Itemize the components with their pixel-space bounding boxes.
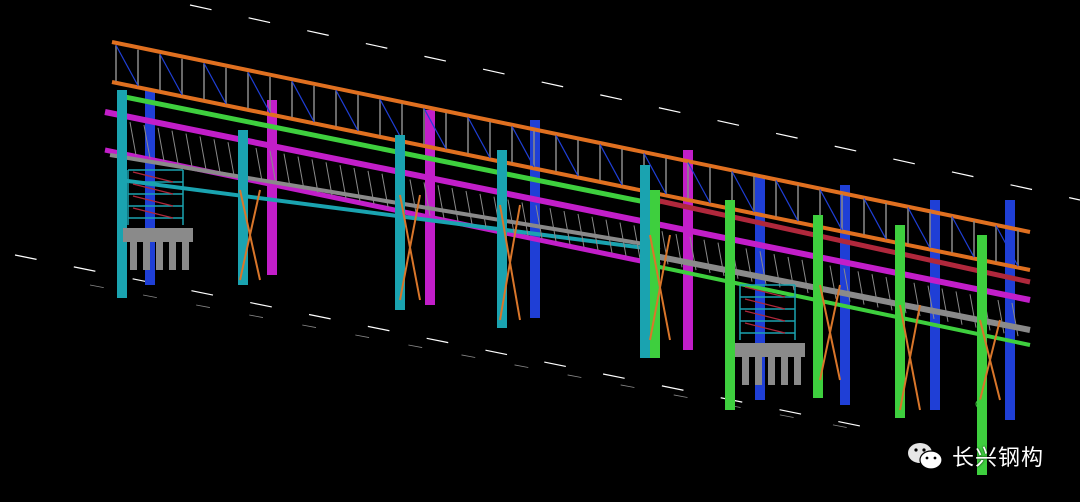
- watermark: 长兴钢构: [906, 440, 1044, 472]
- floor-joist: [157, 127, 165, 162]
- truss-diagonal: [247, 72, 271, 114]
- truss-diagonal: [599, 144, 623, 186]
- truss-diagonal: [819, 189, 843, 231]
- floor-joist: [409, 179, 417, 213]
- pedestal-pier: [130, 242, 137, 270]
- truss-diagonal: [951, 216, 975, 258]
- pedestal-pier: [781, 357, 788, 385]
- floor-joist: [437, 185, 445, 219]
- floor-joist: [507, 199, 515, 233]
- column: [977, 235, 987, 475]
- pedestal-cap: [735, 343, 805, 357]
- floor-joist: [213, 139, 221, 173]
- pedestal-pier: [794, 357, 801, 385]
- truss-diagonal: [555, 135, 579, 177]
- floor-joist: [479, 193, 487, 228]
- pedestal-pier: [169, 242, 176, 270]
- floor-joist: [283, 153, 291, 187]
- column: [640, 165, 650, 358]
- pedestal-pier: [755, 357, 762, 385]
- column: [725, 200, 735, 410]
- pedestal-pier: [768, 357, 775, 385]
- truss-diagonal: [731, 171, 755, 213]
- floor-joist: [941, 288, 949, 322]
- floor-joist: [885, 276, 893, 311]
- floor-joist: [199, 136, 207, 170]
- truss-diagonal: [159, 53, 183, 96]
- guide-line-top: [189, 4, 1080, 201]
- floor-joist: [129, 122, 137, 156]
- pedestal-pier: [156, 242, 163, 270]
- pedestal-cap: [123, 228, 193, 242]
- watermark-text: 长兴钢构: [951, 446, 1044, 471]
- pedestal-pier: [182, 242, 189, 270]
- truss-bottom-chord: [111, 80, 1031, 272]
- structure-viewport[interactable]: [0, 0, 1080, 502]
- front-columns: [117, 90, 987, 475]
- column: [117, 90, 127, 298]
- guide-line-bottom: [14, 254, 881, 431]
- pedestal-pier: [143, 242, 150, 270]
- floor-joist: [171, 130, 179, 165]
- floor-joist: [255, 147, 263, 182]
- floor-joist: [185, 133, 193, 167]
- truss-diagonal: [335, 90, 359, 132]
- wechat-icon: [907, 443, 943, 470]
- truss-diagonal: [775, 180, 799, 222]
- floor-joist: [451, 188, 459, 222]
- pedestal-pier: [742, 357, 749, 385]
- truss-top-chord: [111, 40, 1031, 234]
- truss-diagonal: [291, 81, 315, 123]
- floor-joist: [465, 190, 473, 225]
- floor-joist: [591, 216, 599, 251]
- floor-joist: [577, 213, 585, 248]
- truss-diagonal: [203, 62, 227, 105]
- floor-joist: [969, 294, 977, 328]
- truss-diagonal: [467, 117, 491, 159]
- truss-diagonal: [863, 198, 887, 240]
- truss-diagonal: [907, 207, 931, 249]
- floor-joist: [955, 291, 963, 325]
- floor-joist: [227, 142, 235, 176]
- truss-diagonal: [379, 99, 403, 141]
- truss-diagonal: [115, 44, 139, 87]
